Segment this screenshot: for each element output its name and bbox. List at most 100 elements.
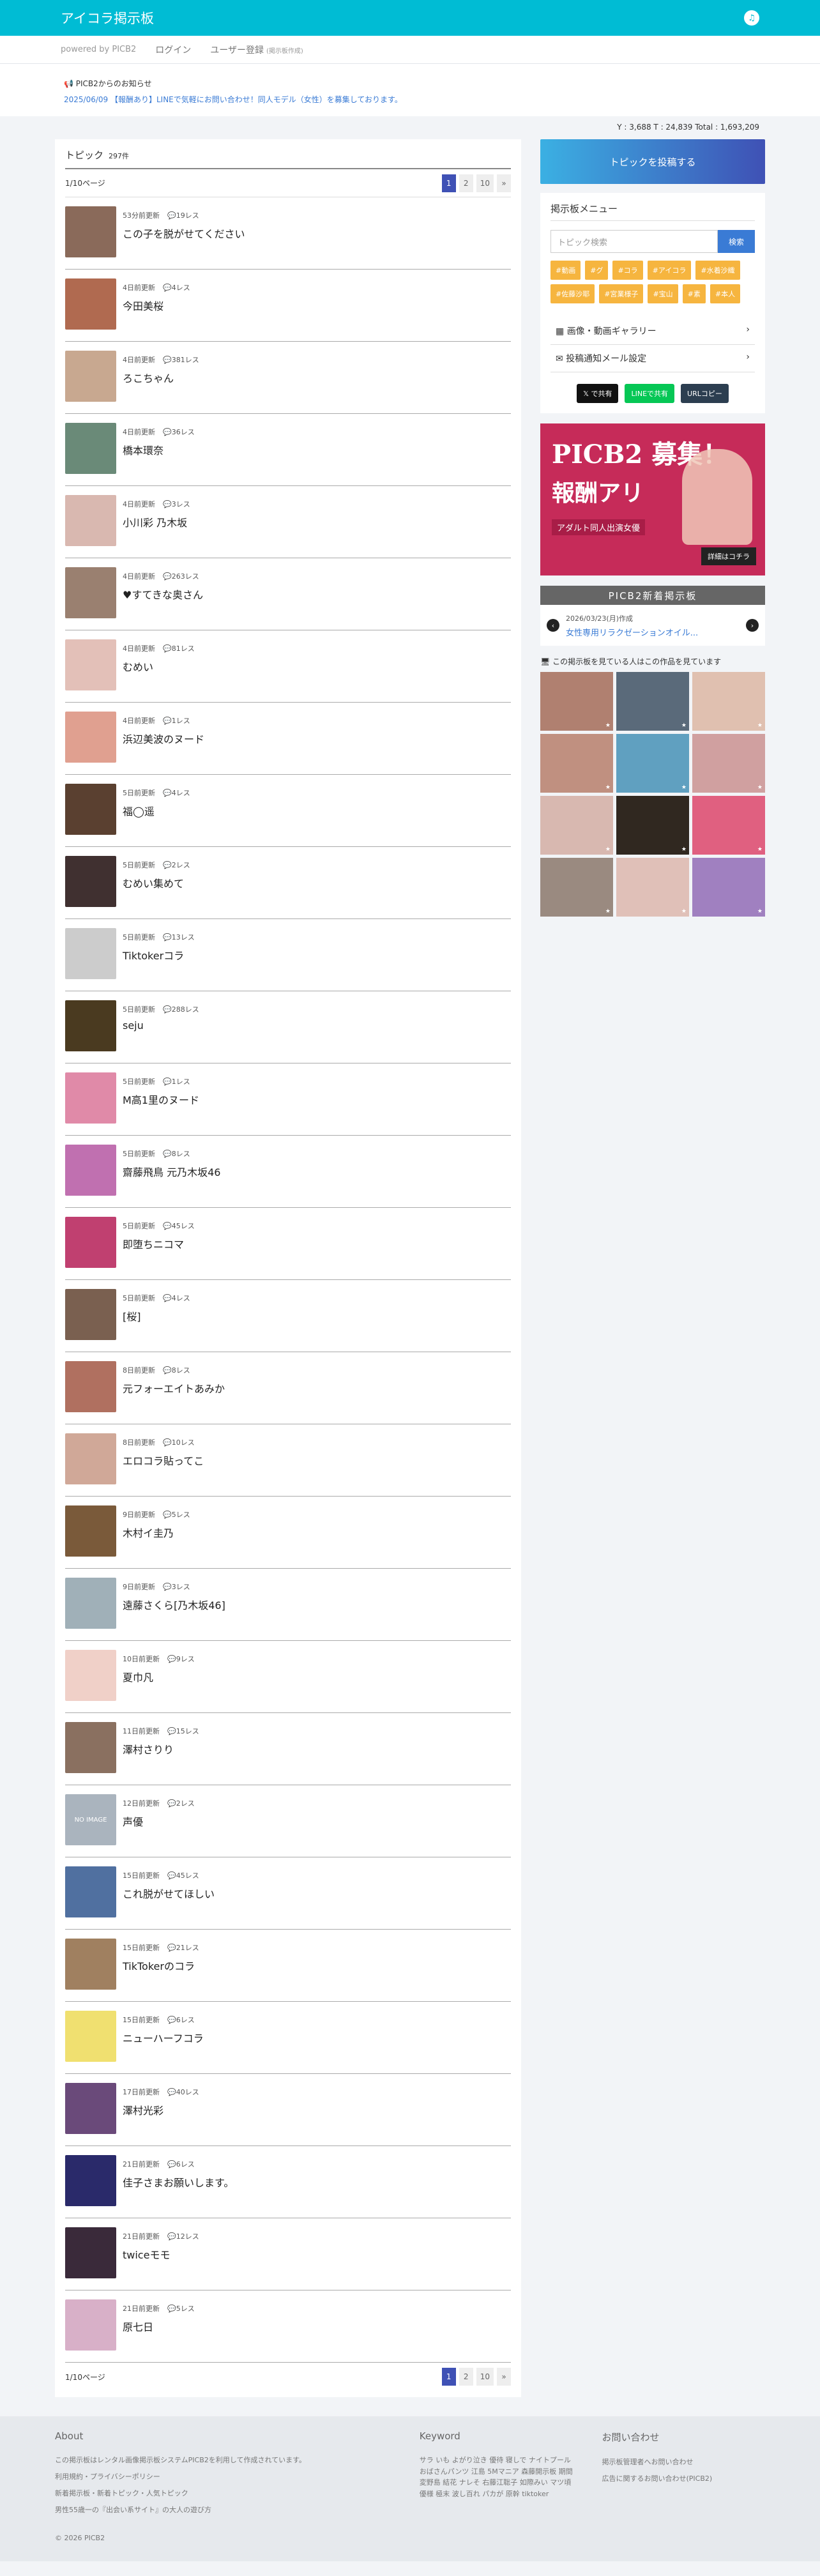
topic-row[interactable]: 5日前更新 💬1レス M高1里のヌード: [65, 1063, 511, 1136]
topic-thumbnail[interactable]: [65, 1433, 116, 1484]
topic-row[interactable]: 9日前更新 💬3レス 遠藤さくら[乃木坂46]: [65, 1569, 511, 1641]
page-1-button[interactable]: 1: [441, 174, 456, 192]
topic-title[interactable]: 夏巾凡: [123, 1669, 195, 1684]
topic-row[interactable]: 4日前更新 💬381レス ろこちゃん: [65, 342, 511, 414]
tag-chip[interactable]: #グ: [585, 261, 609, 280]
topic-row[interactable]: 11日前更新 💬15レス 澤村さりり: [65, 1713, 511, 1785]
next-page-button[interactable]: »: [497, 174, 511, 192]
topic-search-input[interactable]: トピック検索: [550, 230, 718, 253]
topic-title[interactable]: この子を脱がせてください: [123, 225, 245, 241]
gallery-thumbnail[interactable]: ★: [692, 734, 765, 793]
gallery-thumbnail[interactable]: ★: [540, 734, 613, 793]
topic-title[interactable]: 原七日: [123, 2319, 195, 2334]
topic-thumbnail[interactable]: [65, 639, 116, 690]
gallery-thumbnail[interactable]: ★: [692, 672, 765, 731]
page-10-button[interactable]: 10: [476, 2368, 494, 2386]
topic-thumbnail[interactable]: [65, 2299, 116, 2351]
topic-title[interactable]: 佳子さまお願いします。: [123, 2174, 234, 2190]
topic-title[interactable]: 福◯遥: [123, 803, 190, 818]
footer-new-topics-link[interactable]: 新着掲示板・新着トピック・人気トピック: [55, 2488, 394, 2498]
topic-row[interactable]: 5日前更新 💬4レス 福◯遥: [65, 775, 511, 847]
topic-row[interactable]: 5日前更新 💬2レス むめい集めて: [65, 847, 511, 919]
footer-contact-admin-link[interactable]: 掲示板管理者へお問い合わせ: [602, 2457, 765, 2467]
topic-row[interactable]: NO IMAGE 12日前更新 💬2レス 声優: [65, 1785, 511, 1857]
footer-ad-link[interactable]: 男性55歳一の『出会い系サイト』の大人の遊び方: [55, 2504, 394, 2515]
topic-row[interactable]: 4日前更新 💬263レス ♥すてきな奥さん: [65, 558, 511, 630]
topic-thumbnail[interactable]: [65, 278, 116, 330]
gallery-thumbnail[interactable]: ★: [692, 858, 765, 917]
topic-row[interactable]: 4日前更新 💬36レス 橋本環奈: [65, 414, 511, 486]
topic-title[interactable]: ろこちゃん: [123, 370, 199, 385]
gallery-thumbnail[interactable]: ★: [616, 796, 689, 855]
site-title[interactable]: アイコラ掲示板: [61, 8, 154, 27]
topic-thumbnail[interactable]: [65, 1145, 116, 1196]
topic-thumbnail[interactable]: [65, 1866, 116, 1917]
topic-title[interactable]: 小川彩 乃木坂: [123, 514, 190, 530]
topic-thumbnail[interactable]: [65, 206, 116, 257]
powered-by-link[interactable]: powered by PICB2: [61, 45, 136, 54]
topic-title[interactable]: 元フォーエイトあみか: [123, 1380, 225, 1396]
topic-row[interactable]: 21日前更新 💬12レス twiceモモ: [65, 2218, 511, 2290]
topic-title[interactable]: むめい集めて: [123, 875, 190, 890]
topic-row[interactable]: 9日前更新 💬5レス 木村イ圭乃: [65, 1497, 511, 1569]
topic-row[interactable]: 53分前更新 💬19レス この子を脱がせてください: [65, 197, 511, 270]
topic-thumbnail[interactable]: [65, 1217, 116, 1268]
gallery-thumbnail[interactable]: ★: [540, 858, 613, 917]
topic-thumbnail[interactable]: [65, 1578, 116, 1629]
page-1-button[interactable]: 1: [441, 2368, 456, 2386]
topic-title[interactable]: 浜辺美波のヌード: [123, 731, 204, 746]
gallery-thumbnail[interactable]: ★: [540, 796, 613, 855]
topic-thumbnail[interactable]: [65, 712, 116, 763]
tag-chip[interactable]: #宮業様子: [599, 284, 644, 303]
footer-keyword-list[interactable]: サラ いも よがり泣き 優待 寝しで ナイトプール おばさんパンツ 江島 5Mマ…: [420, 2455, 577, 2499]
topic-title[interactable]: twiceモモ: [123, 2246, 199, 2262]
topic-thumbnail[interactable]: [65, 1939, 116, 1990]
topic-title[interactable]: seju: [123, 1019, 199, 1032]
topic-title[interactable]: 橋本環奈: [123, 442, 195, 457]
gallery-thumbnail[interactable]: ★: [616, 672, 689, 731]
topic-thumbnail[interactable]: [65, 1650, 116, 1701]
topic-thumbnail[interactable]: [65, 784, 116, 835]
line-share-button[interactable]: LINEで共有: [625, 384, 675, 403]
topic-thumbnail[interactable]: [65, 351, 116, 402]
topic-row[interactable]: 15日前更新 💬6レス ニューハーフコラ: [65, 2002, 511, 2074]
topic-row[interactable]: 5日前更新 💬8レス 齋藤飛鳥 元乃木坂46: [65, 1136, 511, 1208]
login-link[interactable]: ログイン: [155, 43, 191, 56]
footer-contact-ad-link[interactable]: 広告に関するお問い合わせ(PICB2): [602, 2473, 765, 2483]
mail-notify-link[interactable]: ✉ 投稿通知メール設定 ›: [550, 345, 755, 372]
topic-thumbnail[interactable]: [65, 1361, 116, 1412]
topic-row[interactable]: 21日前更新 💬5レス 原七日: [65, 2290, 511, 2363]
topic-thumbnail[interactable]: [65, 2227, 116, 2278]
topic-row[interactable]: 15日前更新 💬21レス TikTokerのコラ: [65, 1930, 511, 2002]
topic-title[interactable]: Tiktokerコラ: [123, 947, 195, 963]
search-button[interactable]: 検索: [718, 230, 755, 253]
recruit-banner[interactable]: PICB2 募集！ 報酬アリ アダルト同人出演女優 詳細はコチラ: [540, 423, 765, 575]
topic-thumbnail[interactable]: [65, 423, 116, 474]
topic-row[interactable]: 4日前更新 💬1レス 浜辺美波のヌード: [65, 703, 511, 775]
topic-title[interactable]: ♥すてきな奥さん: [123, 586, 203, 602]
page-10-button[interactable]: 10: [476, 174, 494, 192]
topic-thumbnail[interactable]: [65, 928, 116, 979]
topic-row[interactable]: 5日前更新 💬45レス 即堕ちニコマ: [65, 1208, 511, 1280]
topic-title[interactable]: むめい: [123, 659, 195, 674]
topic-row[interactable]: 5日前更新 💬4レス [桜]: [65, 1280, 511, 1352]
gallery-link[interactable]: ▦ 画像・動画ギャラリー ›: [550, 317, 755, 345]
topic-row[interactable]: 8日前更新 💬10レス エロコラ貼ってこ: [65, 1424, 511, 1497]
gallery-thumbnail[interactable]: ★: [616, 858, 689, 917]
topic-title[interactable]: 澤村さりり: [123, 1741, 199, 1757]
topic-row[interactable]: 5日前更新 💬13レス Tiktokerコラ: [65, 919, 511, 991]
post-topic-button[interactable]: トピックを投稿する: [540, 139, 765, 184]
topic-row[interactable]: 4日前更新 💬4レス 今田美桜: [65, 270, 511, 342]
tag-chip[interactable]: #アイコラ: [647, 261, 692, 280]
next-arrow-icon[interactable]: ›: [746, 619, 759, 632]
topic-title[interactable]: 澤村光彩: [123, 2102, 199, 2117]
topic-row[interactable]: 8日前更新 💬8レス 元フォーエイトあみか: [65, 1352, 511, 1424]
topic-title[interactable]: TikTokerのコラ: [123, 1958, 199, 1973]
topic-thumbnail[interactable]: [65, 1289, 116, 1340]
gallery-thumbnail[interactable]: ★: [692, 796, 765, 855]
url-copy-button[interactable]: URLコピー: [681, 384, 729, 403]
topic-title[interactable]: ニューハーフコラ: [123, 2030, 204, 2045]
topic-title[interactable]: 声優: [123, 1813, 195, 1829]
prev-arrow-icon[interactable]: ‹: [547, 619, 559, 632]
tag-chip[interactable]: #宝山: [648, 284, 678, 303]
